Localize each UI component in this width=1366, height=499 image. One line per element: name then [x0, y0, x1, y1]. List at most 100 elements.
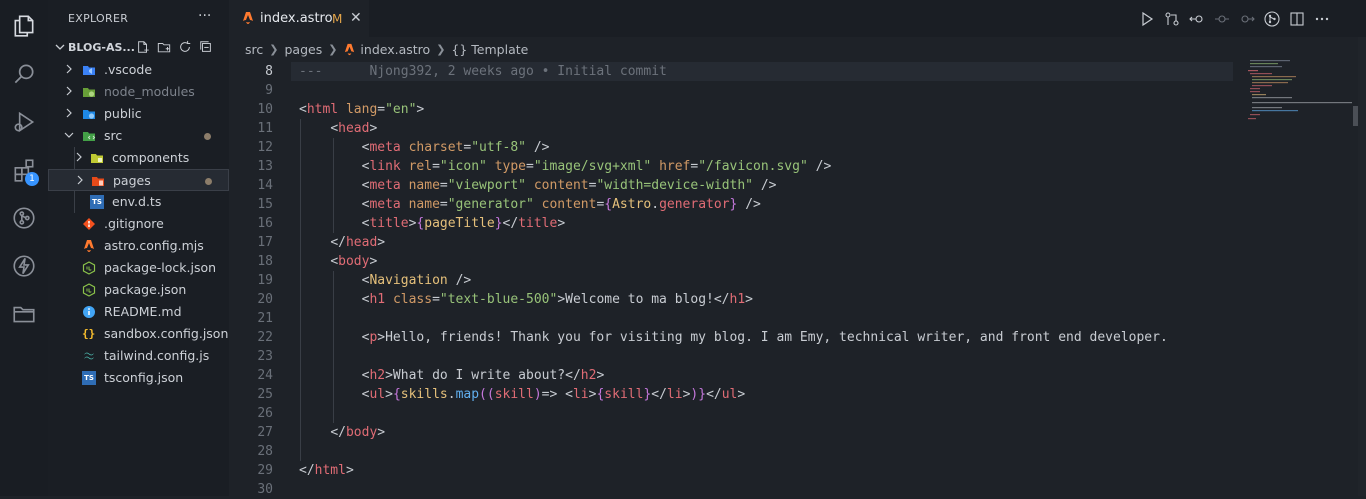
collapse-all-icon[interactable] [199, 40, 213, 54]
workspace-name: BLOG-AS... [68, 41, 135, 54]
new-folder-icon[interactable] [157, 40, 171, 54]
line-number: 28 [257, 444, 273, 459]
tree-item-public[interactable]: public [48, 103, 229, 125]
tree-item-tsconfig[interactable]: TS tsconfig.json [48, 367, 229, 389]
line-number: 24 [257, 368, 273, 383]
search-icon[interactable] [0, 50, 48, 98]
tree-item-tailwind-config[interactable]: tailwind.config.js [48, 345, 229, 367]
chevron-right-icon: ❯ [436, 42, 446, 56]
tree-item-vscode[interactable]: .vscode [48, 59, 229, 81]
more-actions-icon[interactable] [1314, 11, 1330, 27]
extensions-icon[interactable]: 1 [0, 146, 48, 194]
code-line: <p>Hello, friends! Thank you for visitin… [361, 330, 1168, 345]
line-number: 13 [257, 159, 273, 174]
line-number: 22 [257, 330, 273, 345]
line-number: 10 [257, 102, 273, 117]
node-folder-icon [83, 88, 95, 97]
tree-item-label: tsconfig.json [104, 370, 184, 385]
explorer-title: EXPLORER [68, 12, 129, 25]
run-icon[interactable] [1139, 11, 1155, 27]
code-line: <html lang="en"> [299, 102, 425, 117]
tree-item-label: .gitignore [104, 216, 164, 231]
folder-manager-icon[interactable] [0, 290, 48, 338]
tree-item-label: package.json [104, 282, 187, 297]
line-number: 8 [265, 64, 273, 79]
tab-index-astro[interactable]: index.astro M ✕ [229, 0, 369, 37]
refresh-icon[interactable] [178, 40, 192, 54]
tree-item-node-modules[interactable]: node_modules [48, 81, 229, 103]
tree-item-astro-config[interactable]: astro.config.mjs [48, 235, 229, 257]
chevron-right-icon [66, 108, 72, 118]
tab-bar: index.astro M ✕ [229, 0, 1366, 37]
open-changes-icon[interactable] [1164, 11, 1180, 27]
minimap[interactable] [1234, 58, 1354, 138]
components-folder-icon [91, 154, 103, 163]
line-number: 16 [257, 216, 273, 231]
breadcrumb-pages[interactable]: pages [284, 42, 322, 57]
tree-item-src[interactable]: src [48, 125, 229, 147]
modified-dot [205, 178, 212, 185]
chevron-right-icon [77, 175, 83, 185]
tree-item-label: src [104, 128, 123, 143]
pages-folder-icon [92, 177, 104, 186]
code-line: <title>{pageTitle}</title> [361, 216, 566, 231]
more-actions-icon[interactable]: ··· [198, 8, 211, 24]
breadcrumb: src ❯ pages ❯ index.astro ❯ {} Template [245, 40, 528, 58]
commit-icon[interactable] [1214, 11, 1230, 27]
tree-item-label: tailwind.config.js [104, 348, 210, 363]
thunder-client-icon[interactable] [0, 242, 48, 290]
tree-item-sandbox-config[interactable]: {} sandbox.config.json [48, 323, 229, 345]
code-line: <meta name="viewport" content="width=dev… [361, 178, 777, 193]
tree-item-package-lock[interactable]: package-lock.json [48, 257, 229, 279]
new-file-icon[interactable] [136, 40, 150, 54]
git-blame: Njong392, 2 weeks ago • Initial commit [369, 64, 667, 79]
typescript-icon: TS [90, 195, 104, 209]
tree-item-label: env.d.ts [112, 194, 162, 209]
git-graph-icon[interactable] [1264, 11, 1280, 27]
line-number: 26 [257, 406, 273, 421]
code-line: <head> [330, 121, 378, 136]
public-folder-icon [83, 110, 95, 119]
tree-item-label: .vscode [104, 62, 153, 77]
explorer-icon[interactable] [0, 2, 48, 50]
workspace-folder[interactable]: BLOG-AS... [48, 37, 229, 59]
breadcrumb-src[interactable]: src [245, 42, 263, 57]
tree-item-package-json[interactable]: package.json [48, 279, 229, 301]
code-line: <ul>{skills.map((skill)=> <li>{skill}</l… [361, 387, 746, 402]
line-number: 23 [257, 349, 273, 364]
tab-label: index.astro [260, 11, 333, 26]
astro-icon [345, 43, 355, 55]
next-change-icon[interactable] [1239, 11, 1255, 27]
split-editor-icon[interactable] [1289, 11, 1305, 27]
tree-item-components[interactable]: components [48, 147, 229, 169]
breadcrumb-symbol[interactable]: {} Template [451, 42, 528, 57]
code-line: </body> [330, 425, 386, 440]
line-number: 17 [257, 235, 273, 250]
source-control-icon[interactable] [0, 194, 48, 242]
breadcrumb-file[interactable]: index.astro [360, 42, 430, 57]
tree-item-env-d-ts[interactable]: TS env.d.ts [48, 191, 229, 213]
tree-item-label: astro.config.mjs [104, 238, 204, 253]
tree-item-label: package-lock.json [104, 260, 217, 275]
code-line: --- Njong392, 2 weeks ago • Initial comm… [299, 64, 667, 79]
code-line: </head> [330, 235, 386, 250]
previous-change-icon[interactable] [1189, 11, 1205, 27]
overview-ruler [1358, 37, 1366, 496]
line-number: 29 [257, 463, 273, 478]
line-number: 11 [257, 121, 273, 136]
tree-item-gitignore[interactable]: .gitignore [48, 213, 229, 235]
tree-item-readme[interactable]: README.md [48, 301, 229, 323]
line-number: 9 [265, 83, 273, 98]
tailwind-icon [84, 352, 94, 360]
modified-dot [204, 133, 211, 140]
line-number: 12 [257, 140, 273, 155]
nodejs-icon [82, 261, 96, 275]
line-number: 20 [257, 292, 273, 307]
close-icon[interactable]: ✕ [350, 10, 362, 26]
tree-item-pages[interactable]: pages [48, 169, 229, 191]
tree-item-label: README.md [104, 304, 182, 319]
tree-item-label: pages [113, 173, 151, 188]
chevron-right-icon: ❯ [269, 42, 279, 56]
code-line: </html> [299, 463, 354, 478]
run-debug-icon[interactable] [0, 98, 48, 146]
